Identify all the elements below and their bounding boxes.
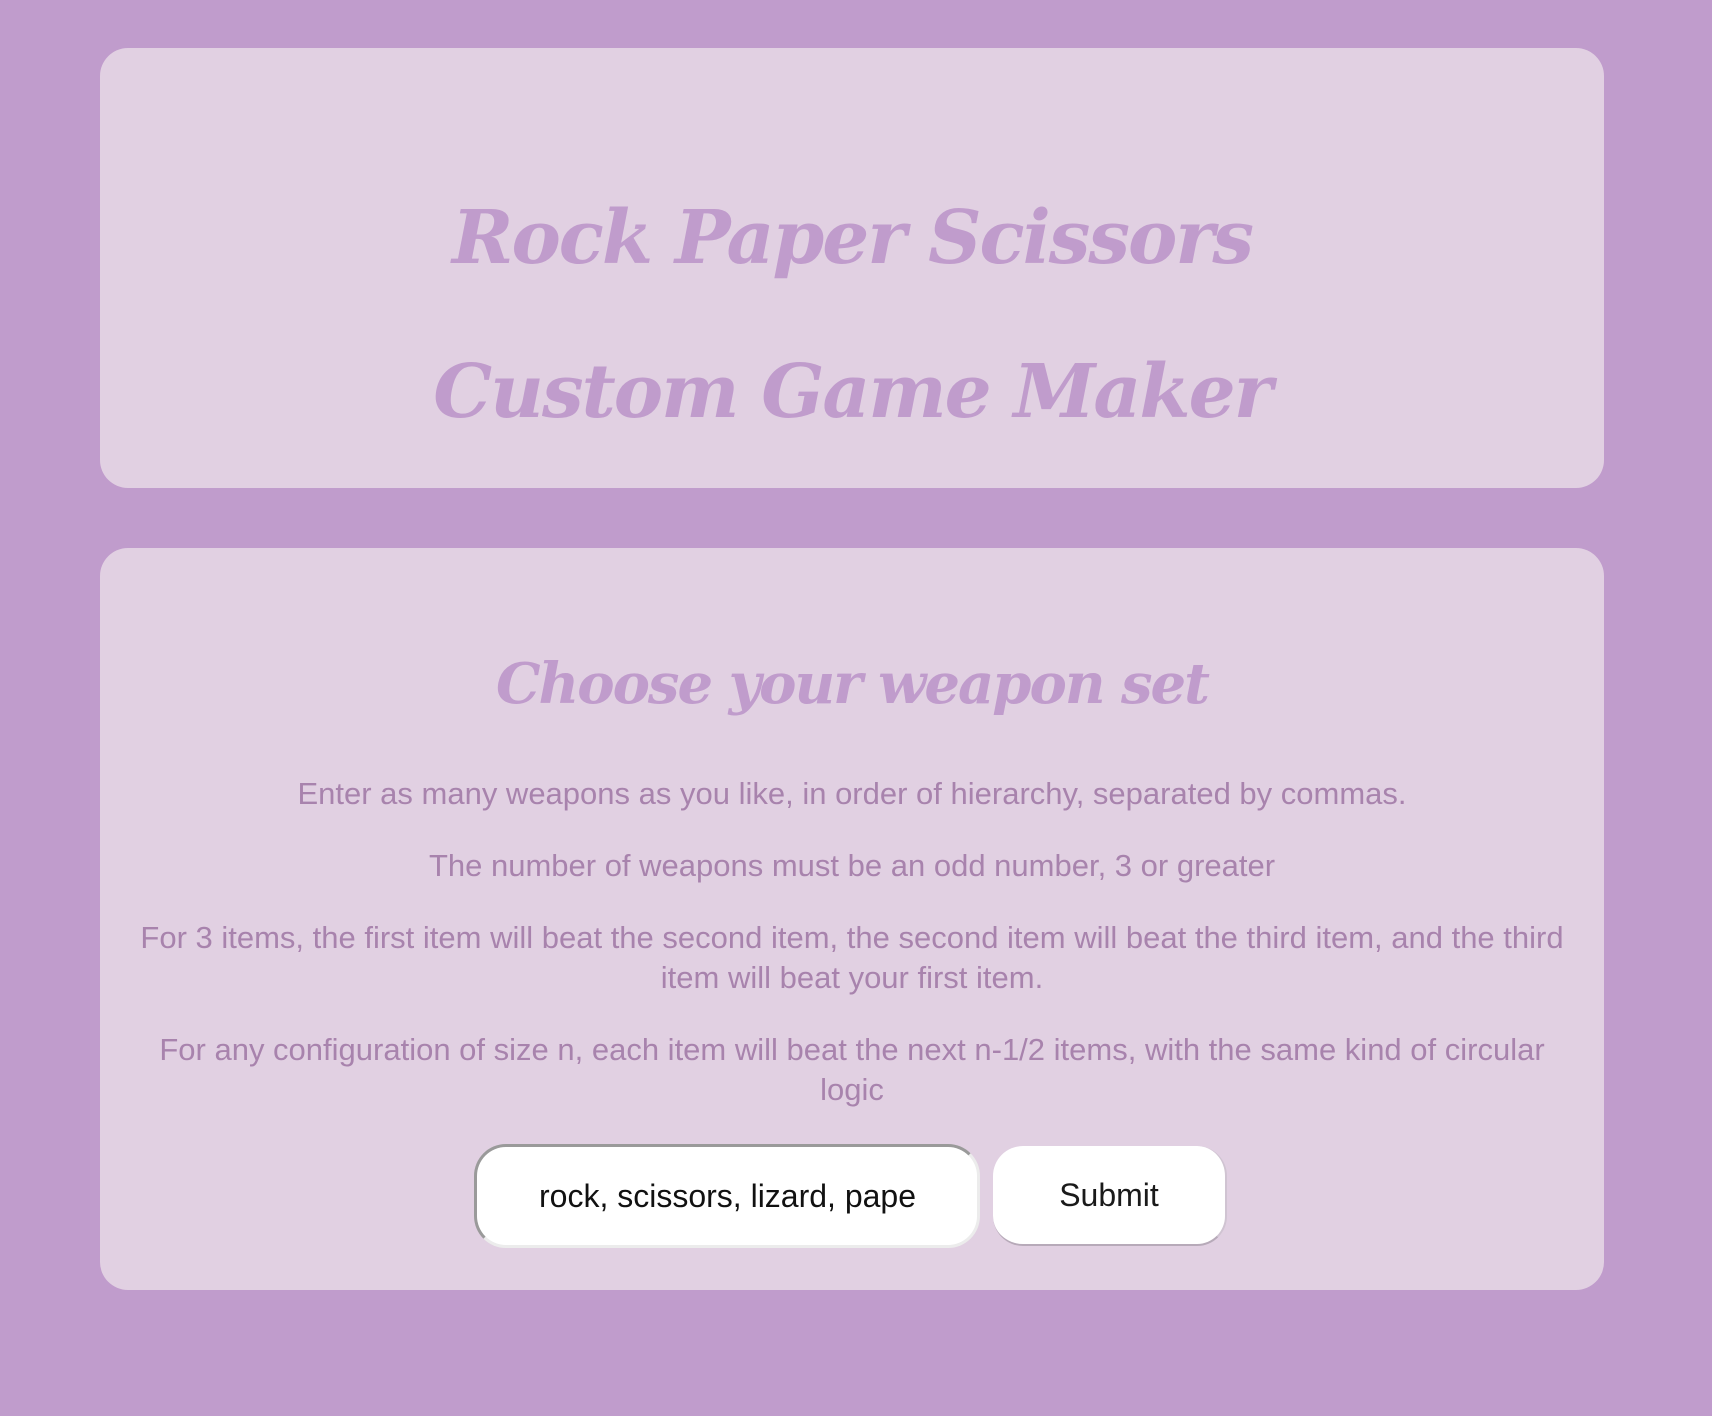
weapon-list-input[interactable] <box>474 1144 980 1248</box>
instruction-text: Enter as many weapons as you like, in or… <box>297 776 1407 811</box>
instruction-text: For 3 items, the first item will beat th… <box>140 920 1564 995</box>
submit-button[interactable]: Submit <box>993 1146 1227 1246</box>
instruction-text: The number of weapons must be an odd num… <box>428 848 1276 883</box>
weapon-set-card: Choose your weapon set Enter as many wea… <box>100 548 1604 1290</box>
header-card: Rock Paper Scissors Custom Game Maker <box>100 48 1604 488</box>
page-subtitle: Custom Game Maker <box>433 349 1272 435</box>
page-title: Rock Paper Scissors <box>451 195 1254 281</box>
instruction-text: For any configuration of size n, each it… <box>159 1032 1545 1107</box>
weapon-set-heading: Choose your weapon set <box>495 651 1210 717</box>
